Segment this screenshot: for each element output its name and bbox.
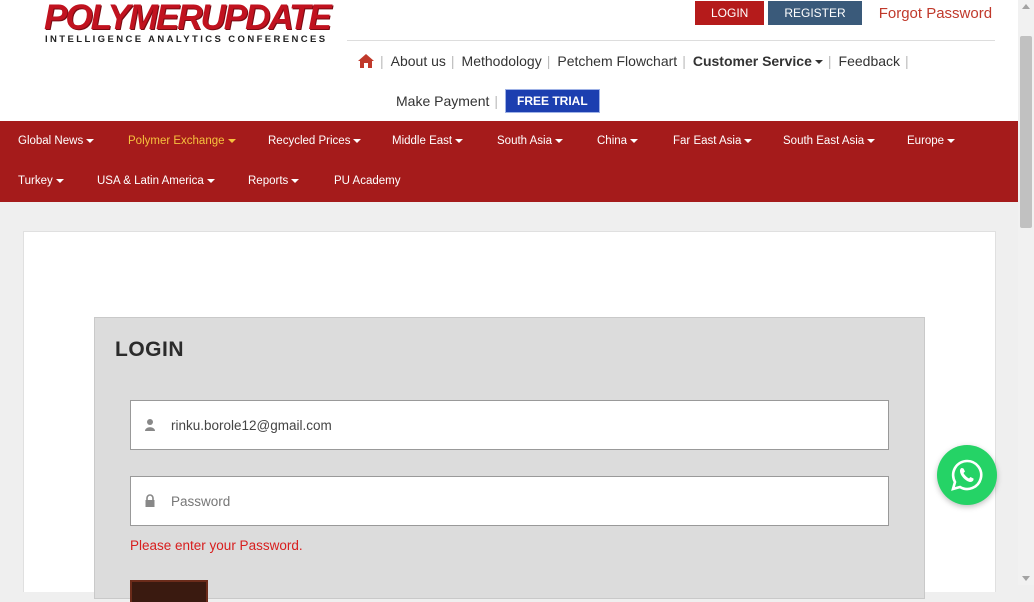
nav-middle-east[interactable]: Middle East <box>392 131 464 151</box>
nav-label: Far East Asia <box>673 135 742 147</box>
chevron-down-icon <box>291 178 300 183</box>
logo-tagline: INTELLIGENCE ANALYTICS CONFERENCES <box>45 34 328 45</box>
nav-petchem-flowchart[interactable]: Petchem Flowchart <box>557 53 677 69</box>
password-field[interactable] <box>130 476 889 526</box>
nav-turkey[interactable]: Turkey <box>18 171 64 191</box>
header-divider <box>347 40 995 41</box>
scroll-up-arrow-icon[interactable] <box>1022 4 1030 9</box>
login-form: LOGIN Please enter your Password. <box>94 317 925 602</box>
email-field[interactable] <box>130 400 889 450</box>
nav-global-news[interactable]: Global News <box>18 131 95 151</box>
nav-separator: | <box>494 93 499 109</box>
user-icon <box>144 418 156 432</box>
chevron-down-icon <box>744 138 753 143</box>
chevron-down-icon <box>814 60 823 65</box>
chevron-down-icon <box>206 178 215 183</box>
home-icon[interactable] <box>357 53 375 69</box>
nav-pu-academy[interactable]: PU Academy <box>334 171 400 191</box>
nav-label: Polymer Exchange <box>128 135 225 147</box>
scroll-down-arrow-icon[interactable] <box>1022 576 1030 581</box>
nav-south-east-asia[interactable]: South East Asia <box>783 131 876 151</box>
customer-service-label: Customer Service <box>692 53 812 69</box>
nav-label: USA & Latin America <box>97 175 204 187</box>
nav-usa-latin-america[interactable]: USA & Latin America <box>97 171 215 191</box>
logo-wordmark: POLYMERUPDATE <box>44 0 332 37</box>
forgot-password-link[interactable]: Forgot Password <box>879 5 992 22</box>
register-button[interactable]: REGISTER <box>768 1 862 25</box>
nav-separator: | <box>827 53 832 69</box>
nav-label: China <box>597 135 628 147</box>
password-error-message: Please enter your Password. <box>130 538 303 553</box>
nav-separator: | <box>380 53 384 69</box>
whatsapp-icon <box>951 459 983 491</box>
chevron-down-icon <box>554 138 563 143</box>
free-trial-button[interactable]: FREE TRIAL <box>505 89 600 113</box>
nav-europe[interactable]: Europe <box>907 131 956 151</box>
nav-china[interactable]: China <box>597 131 639 151</box>
nav-label: Turkey <box>18 175 53 187</box>
nav-customer-service[interactable]: Customer Service <box>693 53 823 69</box>
nav-recycled-prices[interactable]: Recycled Prices <box>268 131 362 151</box>
polymerupdate-logo[interactable]: POLYMERUPDATE INTELLIGENCE ANALYTICS CON… <box>44 0 332 48</box>
nav-label: Global News <box>18 135 84 147</box>
nav-separator: | <box>450 53 455 69</box>
secondary-nav-row2: Make Payment | FREE TRIAL <box>396 89 600 113</box>
site-header: POLYMERUPDATE INTELLIGENCE ANALYTICS CON… <box>0 0 1018 121</box>
nav-about-us[interactable]: About us <box>391 53 446 69</box>
whatsapp-chat-button[interactable] <box>937 445 997 505</box>
nav-label: Middle East <box>392 135 453 147</box>
account-buttons: LOGIN REGISTER Forgot Password <box>695 1 992 25</box>
chevron-down-icon <box>867 138 876 143</box>
chevron-down-icon <box>353 138 362 143</box>
chevron-down-icon <box>947 138 956 143</box>
chevron-down-icon <box>630 138 639 143</box>
main-navigation: Global News Polymer Exchange Recycled Pr… <box>0 121 1018 202</box>
nav-far-east-asia[interactable]: Far East Asia <box>673 131 753 151</box>
chevron-down-icon <box>455 138 464 143</box>
nav-separator: | <box>546 53 551 69</box>
nav-methodology[interactable]: Methodology <box>462 53 542 69</box>
chevron-down-icon <box>227 138 236 143</box>
scrollbar-thumb[interactable] <box>1020 36 1032 228</box>
nav-label: South East Asia <box>783 135 865 147</box>
login-button[interactable]: LOGIN <box>695 1 765 25</box>
nav-label: Europe <box>907 135 945 147</box>
nav-south-asia[interactable]: South Asia <box>497 131 563 151</box>
nav-label: Recycled Prices <box>268 135 351 147</box>
page-scrollbar[interactable] <box>1018 0 1034 585</box>
secondary-nav: | About us | Methodology | Petchem Flowc… <box>357 50 916 72</box>
nav-label: Reports <box>248 175 289 187</box>
nav-feedback[interactable]: Feedback <box>839 53 900 69</box>
nav-label: South Asia <box>497 135 552 147</box>
lock-icon <box>144 494 156 508</box>
nav-separator: | <box>905 53 909 69</box>
password-input[interactable] <box>171 477 871 525</box>
chevron-down-icon <box>55 178 64 183</box>
login-title: LOGIN <box>115 338 184 361</box>
email-input[interactable] <box>171 401 871 449</box>
nav-reports[interactable]: Reports <box>248 171 300 191</box>
nav-make-payment[interactable]: Make Payment <box>396 93 489 109</box>
submit-button[interactable] <box>130 580 208 602</box>
nav-separator: | <box>682 53 686 69</box>
nav-polymer-exchange[interactable]: Polymer Exchange <box>128 131 236 151</box>
chevron-down-icon <box>86 138 95 143</box>
